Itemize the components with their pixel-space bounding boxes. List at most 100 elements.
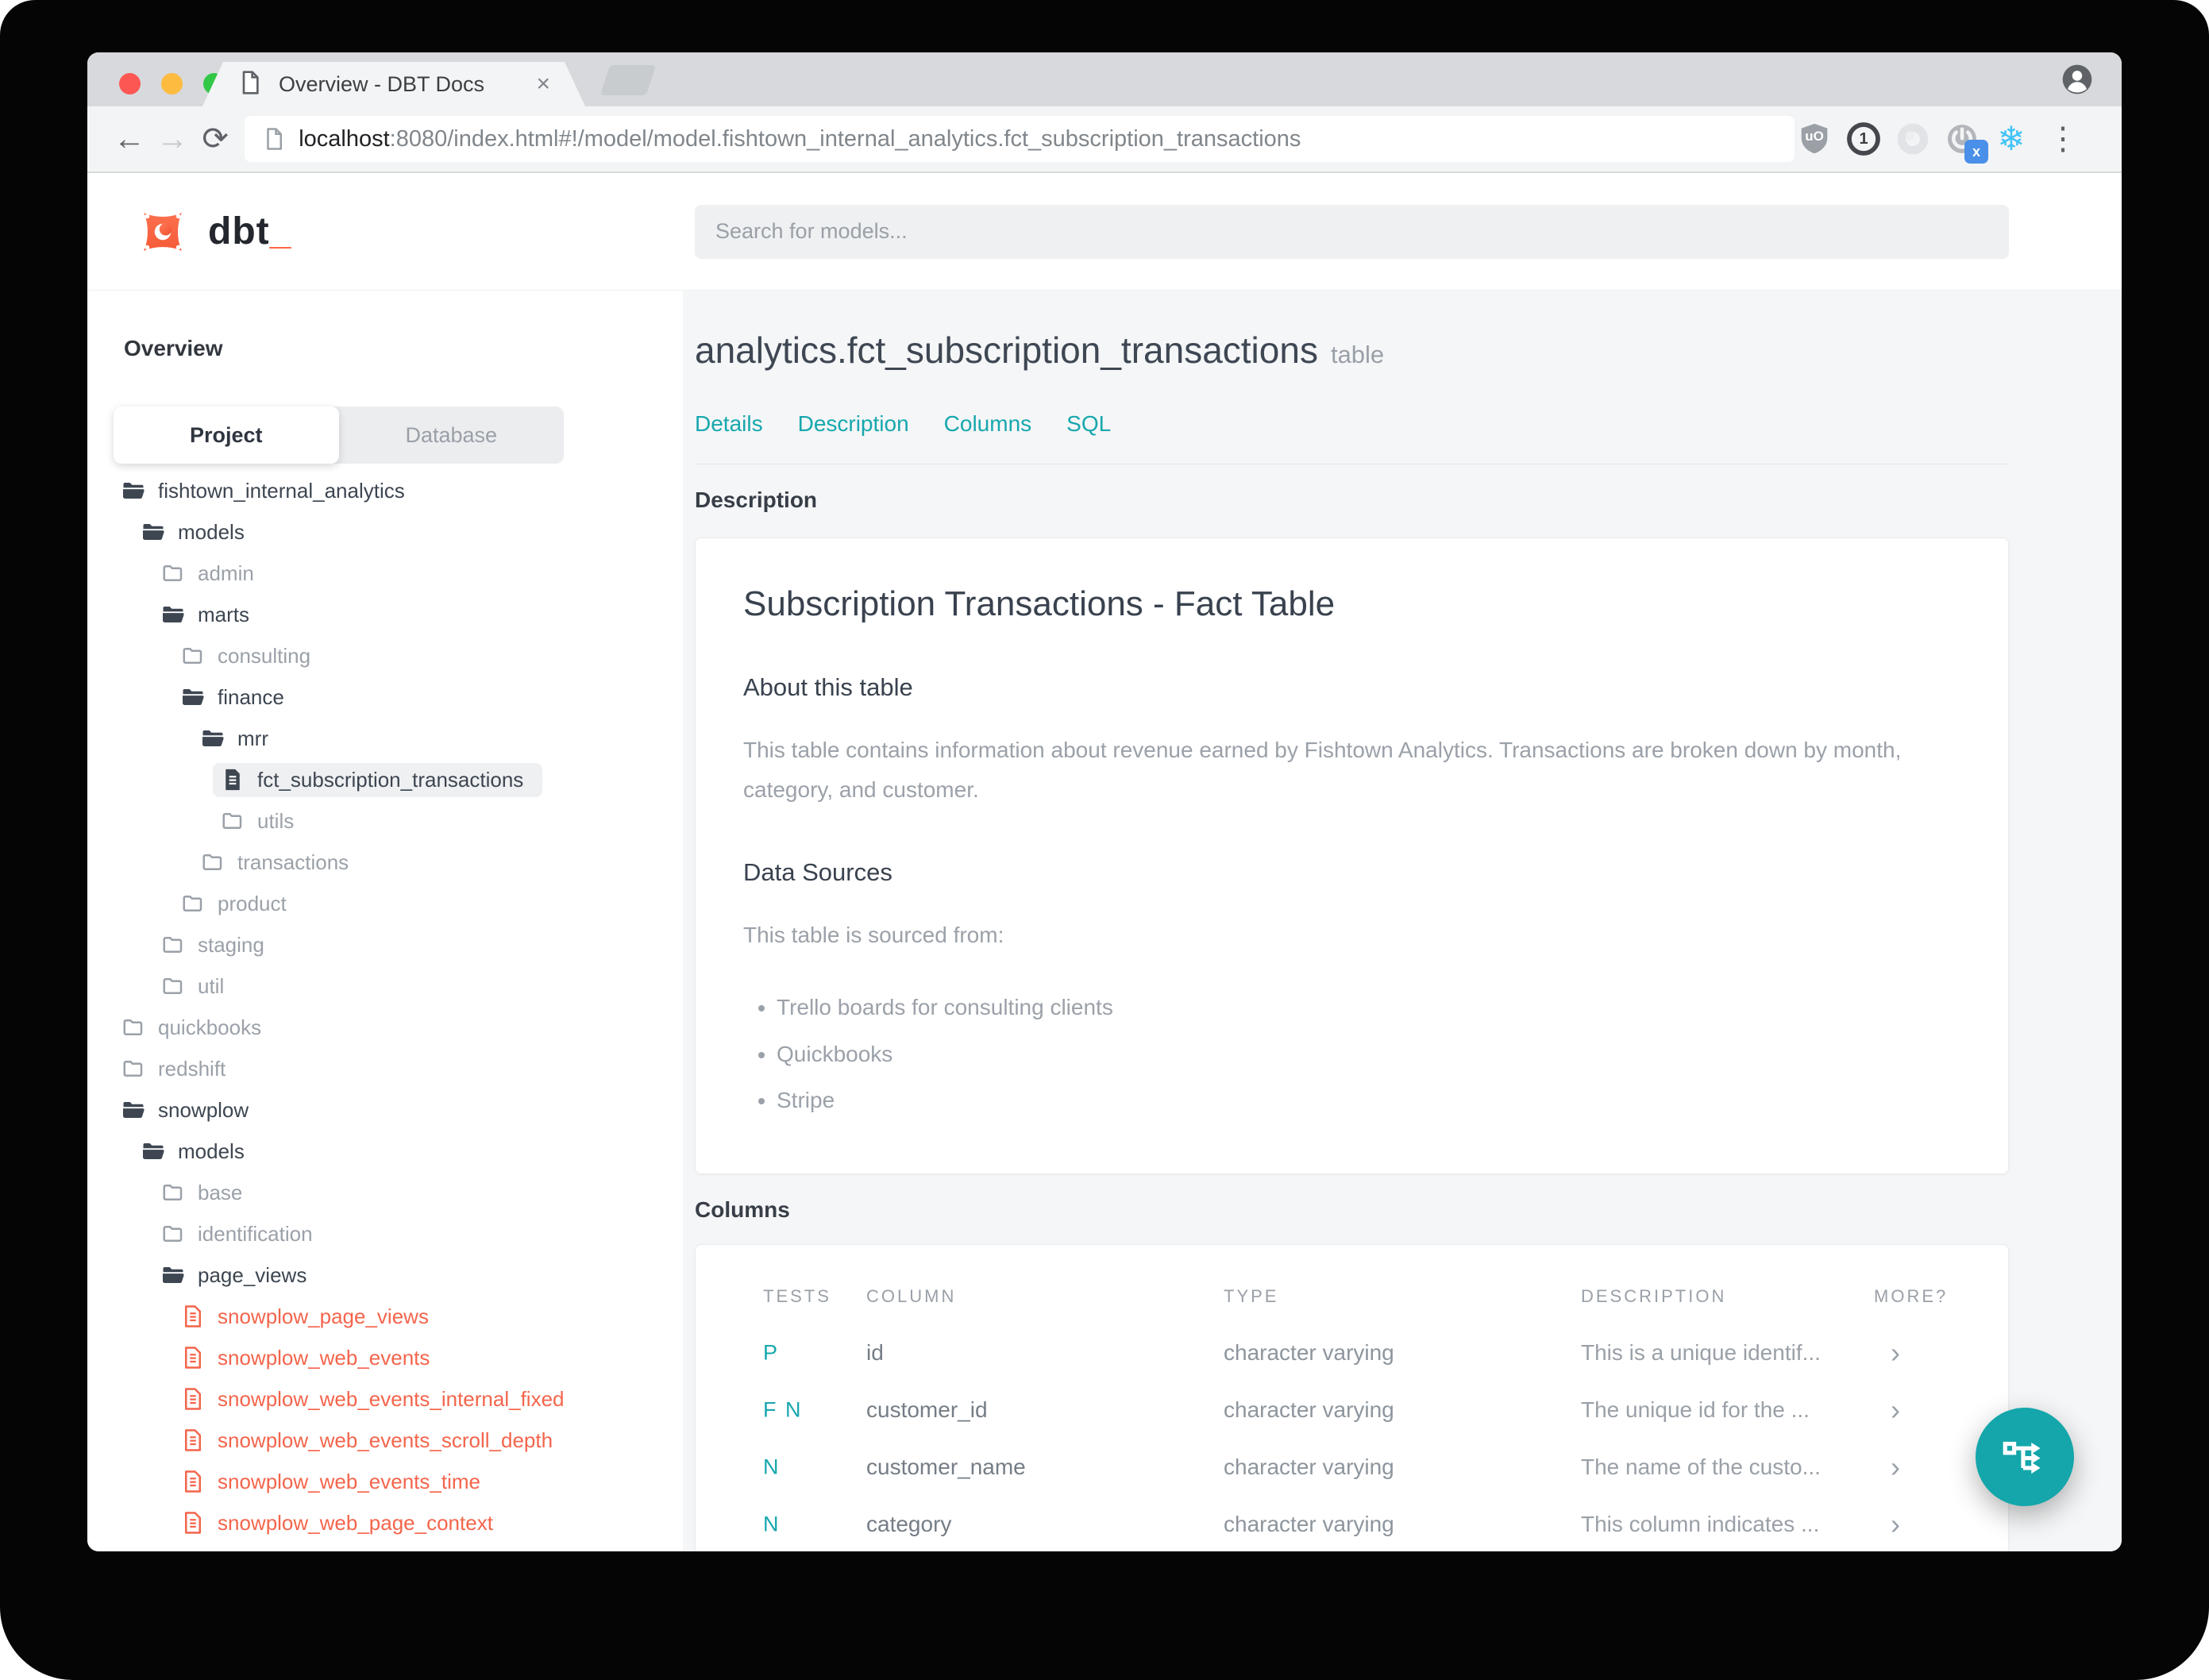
back-icon[interactable]: ← [108,121,151,157]
dbt-logo[interactable]: dbt_ [87,202,683,261]
tree-item-label: fishtown_internal_analytics [158,478,405,503]
tree-item-marts[interactable]: marts [153,598,268,632]
tree-item-quickbooks[interactable]: quickbooks [114,1011,280,1045]
tree-item-mrr[interactable]: mrr [193,722,287,756]
type-cell: character varying [1224,1455,1394,1480]
tree-item-label: finance [218,684,284,709]
tree-item-label: marts [198,602,249,626]
tree-item-transactions[interactable]: transactions [193,846,368,880]
tree-item-finance[interactable]: finance [173,680,303,715]
onepassword-icon[interactable]: 1 [1844,119,1883,159]
app-body: Overview Project Database fishtown_inter… [87,291,2122,1551]
folder-closed-icon [201,850,225,874]
folder-open-icon [121,479,145,503]
tree-item-snowplow[interactable]: snowplow [114,1093,268,1127]
tree-item-fct_subscription_transactions[interactable]: fct_subscription_transactions [213,762,543,797]
tree-row: util [87,965,683,1007]
folder-closed-icon [181,644,205,668]
tree-row: fct_subscription_transactions [87,759,683,800]
logo-underscore: _ [269,210,292,252]
tree-row: transactions [87,842,683,883]
browser-tab[interactable]: Overview - DBT Docs × [202,62,585,106]
tree-item-redshift[interactable]: redshift [114,1052,245,1086]
lineage-graph-button[interactable] [1976,1408,2074,1506]
tree-item-admin[interactable]: admin [153,557,273,591]
tree-row: models [87,1131,683,1172]
tree-item-snowplow_page_views[interactable]: snowplow_page_views [173,1300,448,1334]
tree-item-models[interactable]: models [133,515,264,549]
tree-item-snowplow_web_events[interactable]: snowplow_web_events [173,1341,449,1375]
expand-chevron-icon[interactable]: › [1891,1393,1900,1427]
ublock-origin-icon[interactable]: uO [1795,119,1834,159]
tree-item-snowplow_web_events_scroll_depth[interactable]: snowplow_web_events_scroll_depth [173,1424,572,1458]
tree-item-label: transactions [237,850,349,874]
gray-ring-extension-icon[interactable] [1893,119,1933,159]
tree-item-label: quickbooks [158,1015,262,1039]
tree-item-label: util [198,973,225,998]
tree-item-snowplow_web_events_internal_fixed[interactable]: snowplow_web_events_internal_fixed [173,1382,584,1416]
expand-chevron-icon[interactable]: › [1891,1451,1900,1484]
expand-chevron-icon[interactable]: › [1891,1508,1900,1541]
browser-menu-icon[interactable]: ⋮ [2041,121,2085,157]
doc-about-text: This table contains information about re… [743,738,1902,803]
page-icon [237,70,263,99]
table-row-category[interactable]: Ncategory character varying This column in… [696,1496,2008,1551]
tree-item-label: snowplow_page_views [218,1304,429,1328]
tree-item-utils[interactable]: utils [213,804,313,838]
project-tree: fishtown_internal_analyticsmodels admin ma… [87,470,683,1543]
tree-item-models[interactable]: models [133,1135,264,1169]
snowflake-extension-icon[interactable]: ❄ [1991,119,2031,159]
address-bar[interactable]: localhost:8080/index.html#!/model/model.… [245,116,1795,162]
model-nav-link-columns[interactable]: Columns [944,411,1031,437]
description-cell: This is a unique identif... [1581,1340,1821,1366]
model-nav-link-details[interactable]: Details [695,411,763,437]
tree-item-label: utils [257,808,295,833]
forward-icon[interactable]: → [151,121,194,157]
new-tab-button[interactable] [599,65,657,95]
tree-row: product [87,883,683,924]
reload-icon[interactable]: ⟳ [194,121,237,157]
table-row-id[interactable]: Pid character varying This is a unique ide… [696,1324,2008,1381]
close-window-button[interactable] [119,73,141,94]
tree-item-consulting[interactable]: consulting [173,639,330,673]
table-row-customer_name[interactable]: Ncustomer_name character varying The name … [696,1439,2008,1496]
browser-titlebar: Overview - DBT Docs × [87,52,2122,106]
tree-item-label: fct_subscription_transactions [257,767,524,792]
tree-row: consulting [87,635,683,676]
columns-card: TESTS COLUMN TYPE DESCRIPTION MORE? Pid chara… [695,1244,2009,1551]
tree-item-snowplow_web_events_time[interactable]: snowplow_web_events_time [173,1465,499,1499]
tree-item-label: snowplow_web_page_context [218,1510,493,1535]
expand-chevron-icon[interactable]: › [1891,1336,1900,1370]
tree-item-label: product [218,891,287,915]
onepassword-label: 1 [1859,129,1868,148]
tree-item-label: snowplow_web_events_internal_fixed [218,1386,565,1411]
tree-row: utils [87,800,683,842]
tree-row: snowplow_web_events_time [87,1461,683,1502]
tree-item-snowplow_web_page_context[interactable]: snowplow_web_page_context [173,1506,512,1540]
column-name-cell: category [866,1512,952,1537]
folder-closed-icon [161,974,185,998]
tree-item-staging[interactable]: staging [153,928,283,962]
tree-item-page_views[interactable]: page_views [153,1258,326,1293]
tree-item-identification[interactable]: identification [153,1217,332,1251]
model-nav-link-sql[interactable]: SQL [1066,411,1111,437]
tests-cell: P [763,1340,780,1365]
tree-row: quickbooks [87,1007,683,1048]
model-nav-link-description[interactable]: Description [798,411,909,437]
tree-item-util[interactable]: util [153,969,243,1004]
tree-item-label: models [178,1139,245,1163]
minimize-window-button[interactable] [161,73,183,94]
tree-item-product[interactable]: product [173,887,306,921]
power-extension-icon[interactable]: x [1942,119,1988,164]
tree-item-fishtown_internal_analytics[interactable]: fishtown_internal_analytics [114,474,424,508]
tab-project[interactable]: Project [114,407,339,464]
tab-close-icon[interactable]: × [536,72,550,96]
file-icon [221,768,245,792]
sidebar-heading: Overview [124,336,223,360]
tab-database[interactable]: Database [339,407,565,464]
tree-item-base[interactable]: base [153,1176,261,1210]
table-row-customer_id[interactable]: F N customer_id character varying The uniqu… [696,1381,2008,1439]
browser-profile-avatar[interactable] [2060,62,2095,101]
description-section-heading: Description [695,487,818,512]
model-search-input[interactable] [695,204,2009,259]
